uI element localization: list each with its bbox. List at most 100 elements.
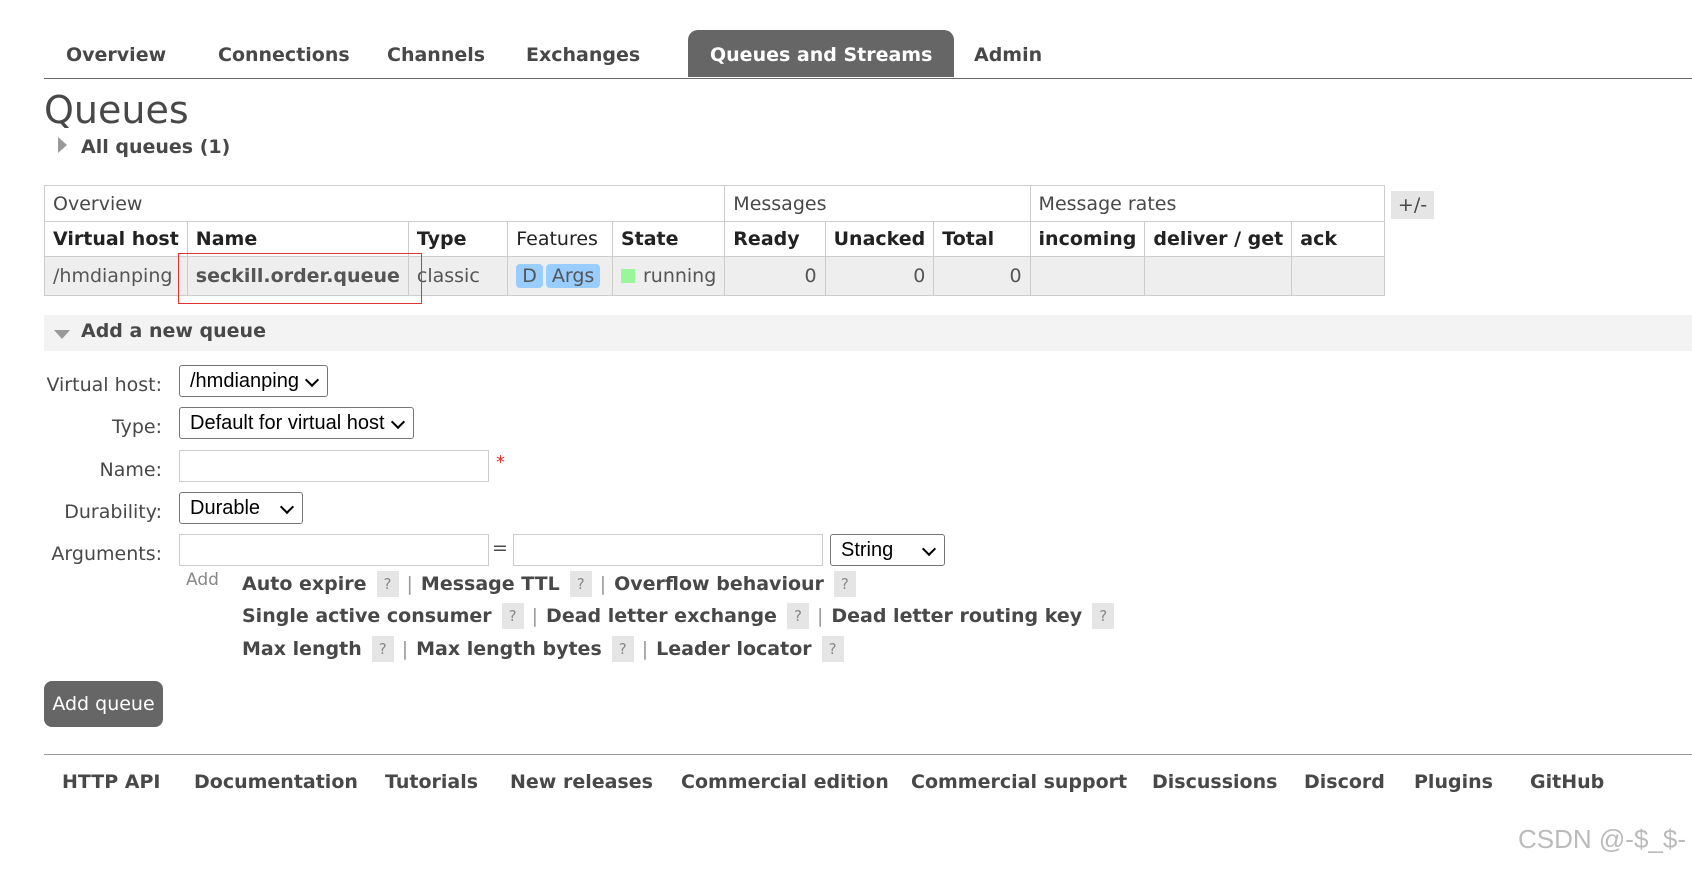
type-select[interactable]: Default for virtual host xyxy=(179,407,414,439)
collapse-triangle-icon xyxy=(54,330,70,339)
col-name[interactable]: Name xyxy=(186,221,409,257)
expand-triangle-icon xyxy=(58,137,67,153)
col-features: Features xyxy=(507,221,613,257)
group-message-rates: Message rates xyxy=(1029,185,1386,222)
footer-link-documentation[interactable]: Documentation xyxy=(194,771,358,793)
tab-channels[interactable]: Channels xyxy=(365,30,507,77)
argument-shortcuts-row-2: Single active consumer? | Dead letter exch… xyxy=(242,603,1120,629)
group-overview: Overview xyxy=(43,185,726,222)
table-row[interactable]: /hmdianping seckill.order.queue classic … xyxy=(44,256,1385,296)
arg-overflow-behaviour[interactable]: Overflow behaviour xyxy=(614,573,824,595)
arg-message-ttl[interactable]: Message TTL xyxy=(421,573,560,595)
all-queues-label: All queues (1) xyxy=(81,136,231,158)
col-unacked[interactable]: Unacked xyxy=(824,221,935,257)
argument-key-input[interactable] xyxy=(179,534,489,566)
toggle-columns-button[interactable]: +/- xyxy=(1391,191,1434,219)
col-incoming[interactable]: incoming xyxy=(1029,221,1146,257)
cell-state: running xyxy=(611,256,726,296)
cell-vhost: /hmdianping xyxy=(44,256,188,296)
help-icon[interactable]: ? xyxy=(611,636,634,662)
arg-max-length-bytes[interactable]: Max length bytes xyxy=(416,638,602,660)
tab-exchanges[interactable]: Exchanges xyxy=(504,30,662,77)
help-icon[interactable]: ? xyxy=(833,571,856,597)
tab-admin[interactable]: Admin xyxy=(952,30,1064,77)
col-total[interactable]: Total xyxy=(933,221,1031,257)
required-marker: * xyxy=(496,452,505,473)
vhost-select[interactable]: /hmdianping xyxy=(179,365,328,397)
durability-select-value: Durable xyxy=(190,497,261,519)
help-icon[interactable]: ? xyxy=(371,636,394,662)
separator: | xyxy=(406,573,413,595)
equals-sign: = xyxy=(492,537,508,559)
name-input[interactable] xyxy=(179,450,489,482)
add-argument-link[interactable]: Add xyxy=(186,570,219,590)
top-nav: Overview Connections Channels Exchanges … xyxy=(44,30,1692,79)
col-type[interactable]: Type xyxy=(407,221,509,257)
help-icon[interactable]: ? xyxy=(1092,603,1115,629)
help-icon[interactable]: ? xyxy=(786,603,809,629)
col-state[interactable]: State xyxy=(611,221,726,257)
separator: | xyxy=(599,573,607,595)
chevron-down-icon xyxy=(921,541,937,557)
arg-leader-locator[interactable]: Leader locator xyxy=(656,638,811,660)
running-status-icon xyxy=(620,269,635,283)
cell-type: classic xyxy=(407,256,509,296)
durability-label: Durability: xyxy=(64,501,162,523)
tab-connections[interactable]: Connections xyxy=(196,30,372,77)
argument-shortcuts-row-1: Auto expire? | Message TTL? | Overflow behav… xyxy=(242,571,862,597)
cell-total: 0 xyxy=(933,256,1031,296)
tab-overview[interactable]: Overview xyxy=(44,30,188,77)
arg-max-length[interactable]: Max length xyxy=(242,638,362,660)
chevron-down-icon xyxy=(304,372,320,388)
tab-queues-and-streams[interactable]: Queues and Streams xyxy=(688,30,955,77)
arg-single-active-consumer[interactable]: Single active consumer xyxy=(242,605,492,627)
col-ready[interactable]: Ready xyxy=(724,221,826,257)
footer-link-tutorials[interactable]: Tutorials xyxy=(385,771,478,793)
cell-ack xyxy=(1291,256,1385,296)
arg-auto-expire[interactable]: Auto expire xyxy=(242,573,367,595)
cell-features: D Args xyxy=(507,256,613,296)
feature-args-badge[interactable]: Args xyxy=(545,264,601,288)
footer-link-discussions[interactable]: Discussions xyxy=(1152,771,1277,793)
arg-dead-letter-exchange[interactable]: Dead letter exchange xyxy=(546,605,777,627)
separator: | xyxy=(641,638,649,660)
separator: | xyxy=(816,605,824,627)
type-label: Type: xyxy=(111,416,162,438)
footer-link-github[interactable]: GitHub xyxy=(1530,771,1604,793)
argument-type-select[interactable]: String xyxy=(830,534,945,566)
help-icon[interactable]: ? xyxy=(821,636,844,662)
help-icon[interactable]: ? xyxy=(501,603,524,629)
col-deliver-get[interactable]: deliver / get xyxy=(1144,221,1293,257)
durability-select[interactable]: Durable xyxy=(179,492,303,524)
cell-unacked: 0 xyxy=(824,256,935,296)
state-label: running xyxy=(642,265,717,287)
table-group-header: Overview Messages Message rates xyxy=(43,185,1386,222)
separator: | xyxy=(401,638,409,660)
help-icon[interactable]: ? xyxy=(376,571,399,597)
vhost-label: Virtual host: xyxy=(46,374,162,396)
footer-link-commercial-edition[interactable]: Commercial edition xyxy=(681,771,889,793)
col-ack[interactable]: ack xyxy=(1291,221,1385,257)
footer-link-plugins[interactable]: Plugins xyxy=(1414,771,1493,793)
footer-link-new-releases[interactable]: New releases xyxy=(510,771,653,793)
argument-value-input[interactable] xyxy=(513,534,823,566)
cell-deliver-get xyxy=(1144,256,1293,296)
csdn-watermark: CSDN @-$_$- xyxy=(1518,824,1686,854)
arg-dead-letter-routing-key[interactable]: Dead letter routing key xyxy=(831,605,1082,627)
all-queues-toggle[interactable]: All queues (1) xyxy=(58,136,230,158)
cell-incoming xyxy=(1029,256,1146,296)
add-queue-section-header[interactable]: Add a new queue xyxy=(44,315,1692,351)
add-queue-button[interactable]: Add queue xyxy=(44,681,163,727)
footer-link-http-api[interactable]: HTTP API xyxy=(62,771,161,793)
argument-shortcuts-row-3: Max length? | Max length bytes? | Leader loc… xyxy=(242,636,850,662)
footer-link-commercial-support[interactable]: Commercial support xyxy=(911,771,1127,793)
cell-queue-name-link[interactable]: seckill.order.queue xyxy=(186,256,409,296)
col-virtual-host[interactable]: Virtual host xyxy=(44,221,188,257)
separator: | xyxy=(531,605,539,627)
vhost-select-value: /hmdianping xyxy=(190,370,299,392)
footer-link-discord[interactable]: Discord xyxy=(1304,771,1385,793)
page-title: Queues xyxy=(44,88,189,132)
footer: HTTP API Documentation Tutorials New rel… xyxy=(44,754,1692,815)
group-messages: Messages xyxy=(724,185,1031,222)
help-icon[interactable]: ? xyxy=(569,571,592,597)
